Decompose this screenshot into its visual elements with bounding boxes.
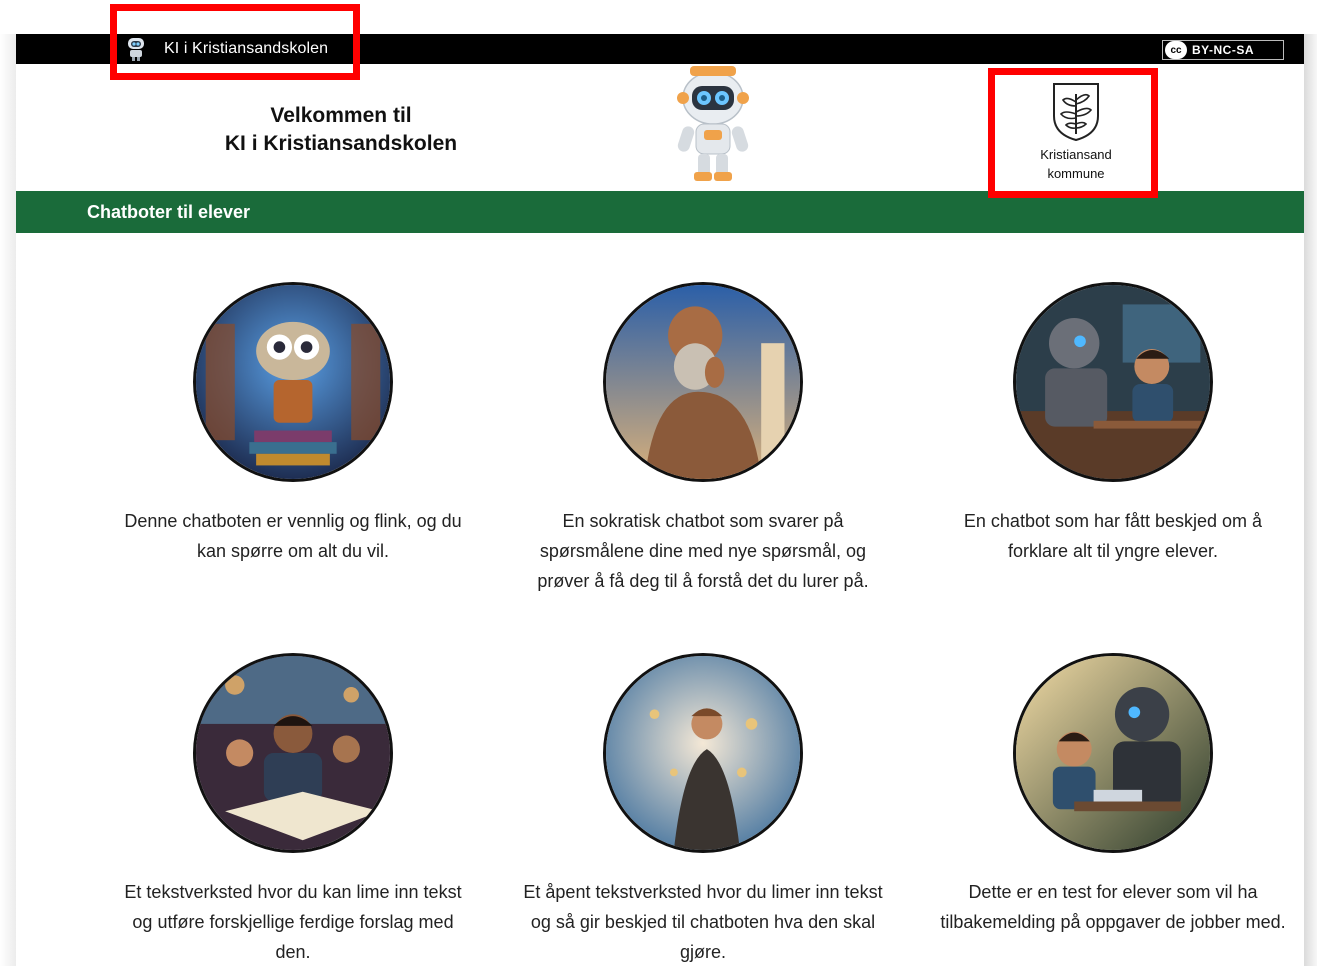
chatbot-description: Et tekstverksted hvor du kan lime inn te… bbox=[124, 882, 462, 962]
creative-commons-icon: cc bbox=[1165, 41, 1187, 59]
welcome-line-2: KI i Kristiansandskolen bbox=[224, 132, 458, 155]
kommune-name-line-2: kommune bbox=[1047, 166, 1105, 181]
top-bar: KI i Kristiansandskolen cc BY-NC-SA bbox=[16, 34, 1304, 64]
license-label: BY-NC-SA bbox=[1192, 43, 1255, 57]
page: KI i Kristiansandskolen cc BY-NC-SA Velk… bbox=[16, 34, 1304, 966]
chatbot-description: En chatbot som har fått beskjed om å for… bbox=[963, 511, 1263, 561]
chatbot-card-text-workshop[interactable]: Et tekstverksted hvor du kan lime inn te… bbox=[113, 653, 473, 966]
license-badge[interactable]: cc BY-NC-SA bbox=[1162, 40, 1284, 60]
boy-looking-at-sky-image bbox=[603, 653, 803, 853]
chatbot-description: Dette er en test for elever som vil ha t… bbox=[940, 882, 1286, 932]
chatbot-card-socratic[interactable]: En sokratisk chatbot som svarer på spørs… bbox=[523, 282, 883, 596]
robot-helping-student-image bbox=[1013, 653, 1213, 853]
tree-crest-icon bbox=[1053, 83, 1099, 142]
welcome-heading: Velkommen til KI i Kristiansandskolen bbox=[206, 102, 476, 158]
friendly-robot-books-image bbox=[193, 282, 393, 482]
robot-icon bbox=[128, 38, 144, 61]
page-shadow-left bbox=[0, 34, 16, 966]
robot-and-boy-image bbox=[1013, 282, 1213, 482]
kristiansand-kommune-logo[interactable]: Kristiansand kommune bbox=[1021, 80, 1131, 180]
chatbot-card-friendly[interactable]: Denne chatboten er vennlig og flink, og … bbox=[113, 282, 473, 566]
students-writing-image bbox=[193, 653, 393, 853]
site-title: KI i Kristiansandskolen bbox=[164, 40, 329, 57]
robot-mascot-image bbox=[677, 66, 749, 181]
page-shadow-right bbox=[1303, 34, 1317, 966]
section-header-bar: Chatboter til elever bbox=[16, 191, 1304, 233]
kommune-name-line-1: Kristiansand bbox=[1040, 147, 1112, 162]
chatbot-description: Denne chatboten er vennlig og flink, og … bbox=[124, 511, 462, 561]
socrates-statue-image bbox=[603, 282, 803, 482]
welcome-line-1: Velkommen til bbox=[270, 104, 412, 127]
chatbot-card-open-workshop[interactable]: Et åpent tekstverksted hvor du limer inn… bbox=[523, 653, 883, 966]
chatbot-card-feedback-test[interactable]: Dette er en test for elever som vil ha t… bbox=[933, 653, 1293, 937]
chatbot-description: En sokratisk chatbot som svarer på spørs… bbox=[537, 511, 869, 591]
site-home-link[interactable]: KI i Kristiansandskolen bbox=[124, 34, 328, 64]
chatbot-description: Et åpent tekstverksted hvor du limer inn… bbox=[523, 882, 883, 962]
chatbot-card-younger-students[interactable]: En chatbot som har fått beskjed om å for… bbox=[933, 282, 1293, 566]
section-title: Chatboter til elever bbox=[87, 202, 251, 222]
